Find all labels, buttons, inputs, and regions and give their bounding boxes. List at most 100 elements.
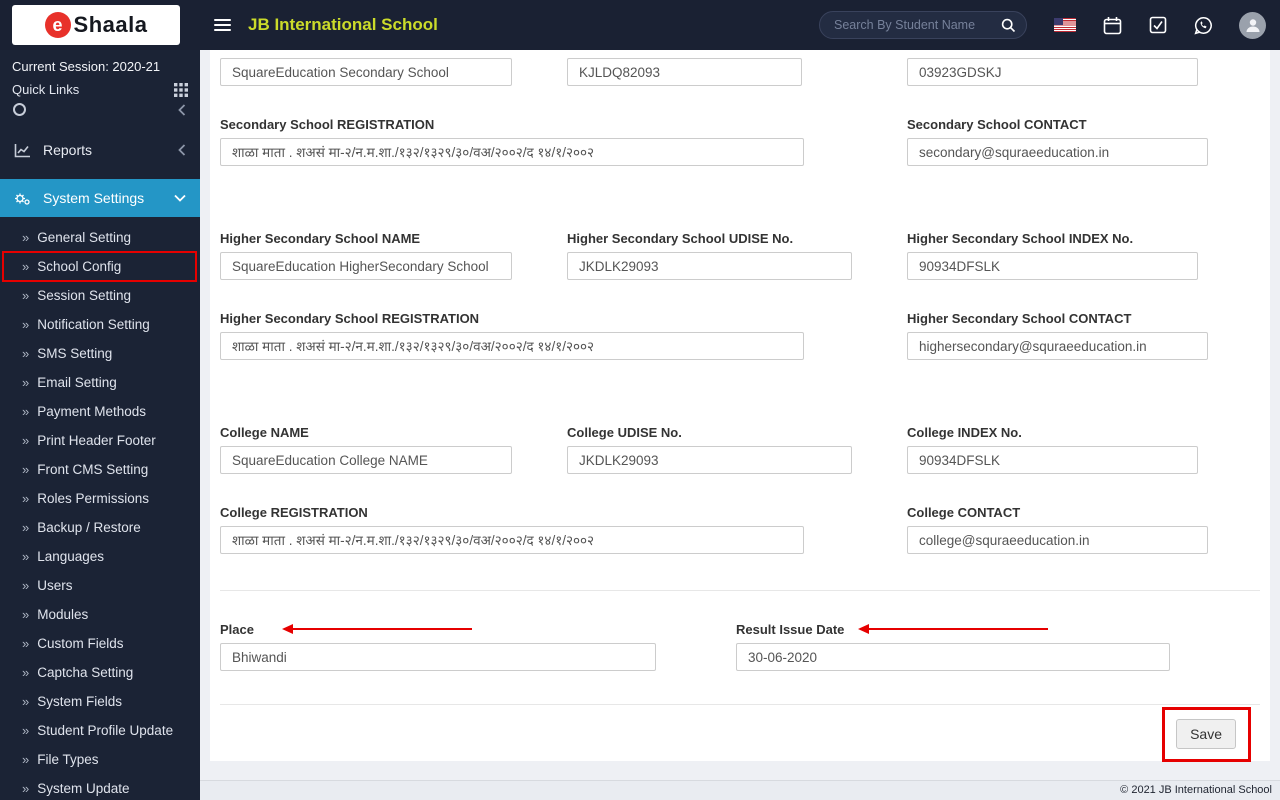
tasks-button[interactable] <box>1149 16 1167 34</box>
sidebar-item-session-setting[interactable]: » Session Setting <box>0 281 200 310</box>
school-config-card: Secondary School REGISTRATION Secondary S… <box>210 50 1270 762</box>
input-college-registration[interactable] <box>220 526 804 554</box>
calendar-button[interactable] <box>1103 16 1122 35</box>
us-flag-icon <box>1054 18 1076 32</box>
sidebar-item-label: Captcha Setting <box>37 665 134 680</box>
input-field[interactable] <box>907 58 1198 86</box>
sidebar-item-roles-permissions[interactable]: » Roles Permissions <box>0 484 200 513</box>
search-box <box>819 11 1027 39</box>
sidebar-item-captcha-setting[interactable]: » Captcha Setting <box>0 658 200 687</box>
sidebar-item-label: Notification Setting <box>37 317 150 332</box>
input-college-index-no[interactable] <box>907 446 1198 474</box>
save-row: Save <box>220 705 1260 762</box>
sidebar-item-label: SMS Setting <box>37 346 113 361</box>
sidebar-item-backup-restore[interactable]: » Backup / Restore <box>0 513 200 542</box>
sidebar-item-system-update[interactable]: » System Update <box>0 774 200 800</box>
form-field: Secondary School REGISTRATION <box>220 116 804 166</box>
input-field[interactable] <box>220 58 512 86</box>
input-higher-secondary-school-contact[interactable] <box>907 332 1208 360</box>
field-label: Secondary School REGISTRATION <box>220 116 435 132</box>
form-field <box>220 58 512 86</box>
sidebar-item-sms-setting[interactable]: » SMS Setting <box>0 339 200 368</box>
sidebar-item-school-config[interactable]: » School Config <box>0 251 200 282</box>
place-row: Place Result Issue Date <box>220 621 1260 671</box>
whatsapp-button[interactable] <box>1194 16 1213 35</box>
sidebar-item-notification-setting[interactable]: » Notification Setting <box>0 310 200 339</box>
input-higher-secondary-school-index-no[interactable] <box>907 252 1198 280</box>
chevrons-right-icon: » <box>22 694 30 709</box>
field-label: College NAME <box>220 424 309 440</box>
sidebar-item-label: Session Setting <box>37 288 132 303</box>
divider <box>220 590 1260 591</box>
sidebar-item-label: Student Profile Update <box>37 723 174 738</box>
menu-icon[interactable] <box>214 16 231 34</box>
form-field: Result Issue Date <box>736 621 1170 671</box>
input-higher-secondary-school-name[interactable] <box>220 252 512 280</box>
input-higher-secondary-school-registration[interactable] <box>220 332 804 360</box>
input-secondary-school-registration[interactable] <box>220 138 804 166</box>
sidebar-item-label: File Types <box>37 752 99 767</box>
chevrons-right-icon: » <box>22 375 30 390</box>
field-label: College UDISE No. <box>567 424 682 440</box>
sidebar-item-front-cms-setting[interactable]: » Front CMS Setting <box>0 455 200 484</box>
save-button[interactable]: Save <box>1176 719 1236 749</box>
field-label: Higher Secondary School INDEX No. <box>907 230 1134 246</box>
main-content: Secondary School REGISTRATION Secondary S… <box>200 50 1280 780</box>
input-college-udise-no[interactable] <box>567 446 852 474</box>
input-secondary-school-contact[interactable] <box>907 138 1208 166</box>
chevrons-right-icon: » <box>22 433 30 448</box>
search-icon[interactable] <box>1001 18 1016 33</box>
field-label: College INDEX No. <box>907 424 1022 440</box>
sidebar-item-payment-methods[interactable]: » Payment Methods <box>0 397 200 426</box>
result-issue-date-label: Result Issue Date <box>736 621 845 637</box>
sidebar-item-languages[interactable]: » Languages <box>0 542 200 571</box>
sidebar-item-label: Modules <box>37 607 89 622</box>
sidebar-item-general-setting[interactable]: » General Setting <box>0 223 200 252</box>
language-flag-button[interactable] <box>1054 18 1076 32</box>
sidebar-item-system-fields[interactable]: » System Fields <box>0 687 200 716</box>
input-college-name[interactable] <box>220 446 512 474</box>
sidebar-item-custom-fields[interactable]: » Custom Fields <box>0 629 200 658</box>
sidebar-item-users[interactable]: » Users <box>0 571 200 600</box>
field-label: Higher Secondary School REGISTRATION <box>220 310 480 326</box>
avatar[interactable] <box>1239 11 1266 39</box>
chevrons-right-icon: » <box>22 607 30 622</box>
chevrons-right-icon: » <box>22 404 30 419</box>
chevron-left-icon <box>178 103 186 116</box>
chevron-down-icon <box>174 194 186 202</box>
sidebar-item-label: Backup / Restore <box>37 520 141 535</box>
sidebar-item-reports[interactable]: Reports <box>0 133 200 167</box>
school-name-title: JB International School <box>248 15 438 34</box>
sidebar-item-student-profile-update[interactable]: » Student Profile Update <box>0 716 200 745</box>
form-sections: Secondary School REGISTRATION Secondary S… <box>220 58 1260 554</box>
form-section-college: College NAME College UDISE No. College IND… <box>220 424 1260 554</box>
sidebar-item-label: Email Setting <box>37 375 117 390</box>
result-issue-date-input[interactable] <box>736 643 1170 671</box>
place-label: Place <box>220 621 254 637</box>
tasks-check-icon <box>1149 16 1167 34</box>
input-college-contact[interactable] <box>907 526 1208 554</box>
chevrons-right-icon: » <box>22 723 30 738</box>
sidebar-item-label: Custom Fields <box>37 636 124 651</box>
form-field: Higher Secondary School CONTACT <box>907 310 1208 360</box>
field-label: Secondary School CONTACT <box>907 116 1087 132</box>
sidebar-item-print-header-footer[interactable]: » Print Header Footer <box>0 426 200 455</box>
sidebar-item-file-types[interactable]: » File Types <box>0 745 200 774</box>
sidebar-item-email-setting[interactable]: » Email Setting <box>0 368 200 397</box>
input-higher-secondary-school-udise-no[interactable] <box>567 252 852 280</box>
chevrons-right-icon: » <box>22 549 30 564</box>
app-logo[interactable]: e Shaala <box>12 5 180 45</box>
sidebar-item-modules[interactable]: » Modules <box>0 600 200 629</box>
search-input[interactable] <box>834 18 1001 32</box>
sidebar-item-label: Languages <box>37 549 105 564</box>
chevrons-right-icon: » <box>22 346 30 361</box>
sidebar-item-system-settings[interactable]: System Settings <box>0 179 200 217</box>
form-section-higher-secondary: Higher Secondary School NAME Higher Secon… <box>220 230 1260 360</box>
sidebar-item-quick-links[interactable]: Quick Links <box>0 76 200 99</box>
sidebar-item-collapsed[interactable] <box>0 99 200 120</box>
user-icon <box>1246 19 1259 32</box>
copyright-text: © 2021 JB International School <box>1120 784 1272 796</box>
input-field[interactable] <box>567 58 802 86</box>
place-input[interactable] <box>220 643 656 671</box>
form-field: Higher Secondary School NAME <box>220 230 512 280</box>
